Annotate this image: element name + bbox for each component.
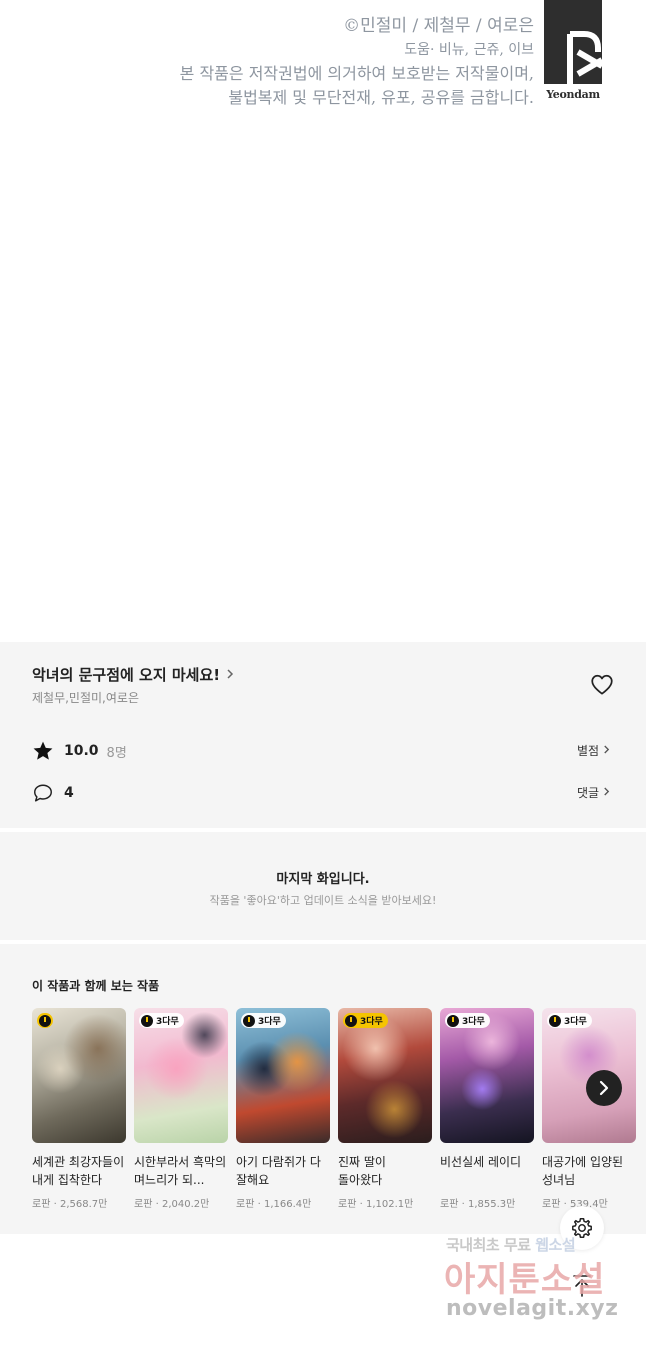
card-title: 시한부라서 흑막의 며느리가 되... [134, 1155, 227, 1187]
card-meta: 로판 · 1,855.3만 [440, 1199, 516, 1210]
publisher-logo: Yeondam [544, 0, 602, 102]
cover-image: 3다무 [236, 1008, 330, 1143]
comment-count: 4 [64, 785, 74, 801]
rating-count: 8명 [106, 745, 127, 761]
wait-free-badge: 3다무 [139, 1013, 184, 1028]
copyright-notice: ©민절미 / 제철무 / 여로은 도움· 비뉴, 근쥬, 이브 본 작품은 저작… [114, 14, 534, 110]
recommendation-card[interactable]: 3다무 시한부라서 흑막의 며느리가 되... 로판 · 2,040.2만 [134, 1008, 228, 1210]
clock-icon [39, 1014, 51, 1027]
card-meta: 로판 · 2,040.2만 [134, 1199, 210, 1210]
series-info-panel: 악녀의 문구점에 오지 마세요! 제철무,민절미,여로은 10.0 8명 별점 … [0, 642, 646, 828]
clock-icon [243, 1014, 255, 1027]
card-title: 진짜 딸이 돌아왔다 [338, 1155, 386, 1187]
rating-link[interactable]: 별점 [577, 742, 610, 759]
copyright-legal-2: 불법복제 및 무단전재, 유포, 공유를 금합니다. [228, 88, 534, 107]
publisher-logo-text: Yeondam [546, 88, 600, 101]
rating-summary: 10.0 8명 [32, 740, 127, 762]
copyright-assistants: 도움· 비뉴, 근쥬, 이브 [404, 42, 534, 58]
like-button[interactable] [589, 672, 615, 698]
recommendation-card[interactable]: 3다무 비선실세 레이디 로판 · 1,855.3만 [440, 1008, 534, 1210]
clock-icon [141, 1014, 153, 1027]
wait-free-badge: 3다무 [241, 1013, 286, 1028]
clock-icon [447, 1014, 459, 1027]
wait-free-badge: 3다무 [547, 1013, 592, 1028]
card-meta: 로판 · 1,166.4만 [236, 1199, 312, 1210]
rating-link-label: 별점 [577, 744, 600, 758]
series-title-link[interactable]: 악녀의 문구점에 오지 마세요! [32, 664, 234, 685]
clock-icon [549, 1014, 561, 1027]
chevron-right-icon [226, 665, 234, 684]
star-icon [33, 741, 53, 760]
scroll-to-top-button[interactable] [560, 1266, 604, 1306]
site-watermark: 국내최초 무료 웹소설 아지툰소설 novelagit.xyz [432, 1234, 642, 1334]
watermark-tagline: 국내최초 무료 웹소설 [446, 1236, 576, 1254]
cover-image [32, 1008, 126, 1143]
cover-image: 3다무 [338, 1008, 432, 1143]
cover-image: 3다무 [542, 1008, 636, 1143]
wait-free-badge: 3다무 [445, 1013, 490, 1028]
card-title: 대공가에 입양된 성녀님 [542, 1155, 624, 1187]
arrow-up-icon [573, 1275, 591, 1297]
last-episode-subtitle: 작품을 '좋아요'하고 업데이트 소식을 받아보세요! [209, 894, 437, 907]
viewer-settings-button[interactable] [560, 1206, 604, 1250]
heart-icon [591, 674, 613, 695]
recommendation-card[interactable]: 3다무 대공가에 입양된 성녀님 로판 · 539.4만 [542, 1008, 636, 1210]
wait-free-badge: 3다무 [343, 1013, 388, 1028]
recommendation-heading: 이 작품과 함께 보는 작품 [32, 979, 160, 993]
comment-link[interactable]: 댓글 [577, 784, 610, 801]
wait-free-badge [37, 1013, 53, 1028]
copyright-credits: ©민절미 / 제철무 / 여로은 [343, 16, 534, 36]
carousel-next-button[interactable] [586, 1070, 622, 1106]
card-title: 비선실세 레이디 [440, 1155, 522, 1169]
card-meta: 로판 · 2,568.7만 [32, 1199, 108, 1210]
card-title: 아기 다람쥐가 다 잘해요 [236, 1155, 321, 1187]
chevron-right-icon [603, 744, 610, 758]
recommendation-card[interactable]: 세계관 최강자들이 내게 집착한다 로판 · 2,568.7만 [32, 1008, 126, 1210]
comment-icon [34, 784, 52, 802]
rating-value: 10.0 [64, 743, 99, 759]
comment-link-label: 댓글 [577, 786, 600, 800]
chevron-right-icon [603, 786, 610, 800]
cover-image: 3다무 [134, 1008, 228, 1143]
clock-icon [345, 1014, 357, 1027]
card-meta: 로판 · 1,102.1만 [338, 1199, 414, 1210]
cover-image: 3다무 [440, 1008, 534, 1143]
recommendation-list: 세계관 최강자들이 내게 집착한다 로판 · 2,568.7만 3다무 시한부라… [32, 1008, 646, 1228]
gear-icon [572, 1218, 592, 1238]
card-title: 세계관 최강자들이 내게 집착한다 [32, 1155, 125, 1187]
last-episode-title: 마지막 화입니다. [276, 872, 370, 887]
recommendation-panel: 이 작품과 함께 보는 작품 세계관 최강자들이 내게 집착한다 로판 · 2,… [0, 944, 646, 1234]
recommendation-card[interactable]: 3다무 진짜 딸이 돌아왔다 로판 · 1,102.1만 [338, 1008, 432, 1210]
last-episode-panel: 마지막 화입니다. 작품을 '좋아요'하고 업데이트 소식을 받아보세요! [0, 832, 646, 940]
series-title: 악녀의 문구점에 오지 마세요! [32, 666, 221, 684]
chevron-right-icon [599, 1080, 609, 1096]
recommendation-card[interactable]: 3다무 아기 다람쥐가 다 잘해요 로판 · 1,166.4만 [236, 1008, 330, 1210]
series-authors: 제철무,민절미,여로은 [32, 691, 139, 705]
copyright-legal-1: 본 작품은 저작권법에 의거하여 보호받는 저작물이며, [179, 64, 534, 83]
comment-summary: 4 [32, 782, 74, 804]
publisher-logo-mark [544, 0, 602, 84]
